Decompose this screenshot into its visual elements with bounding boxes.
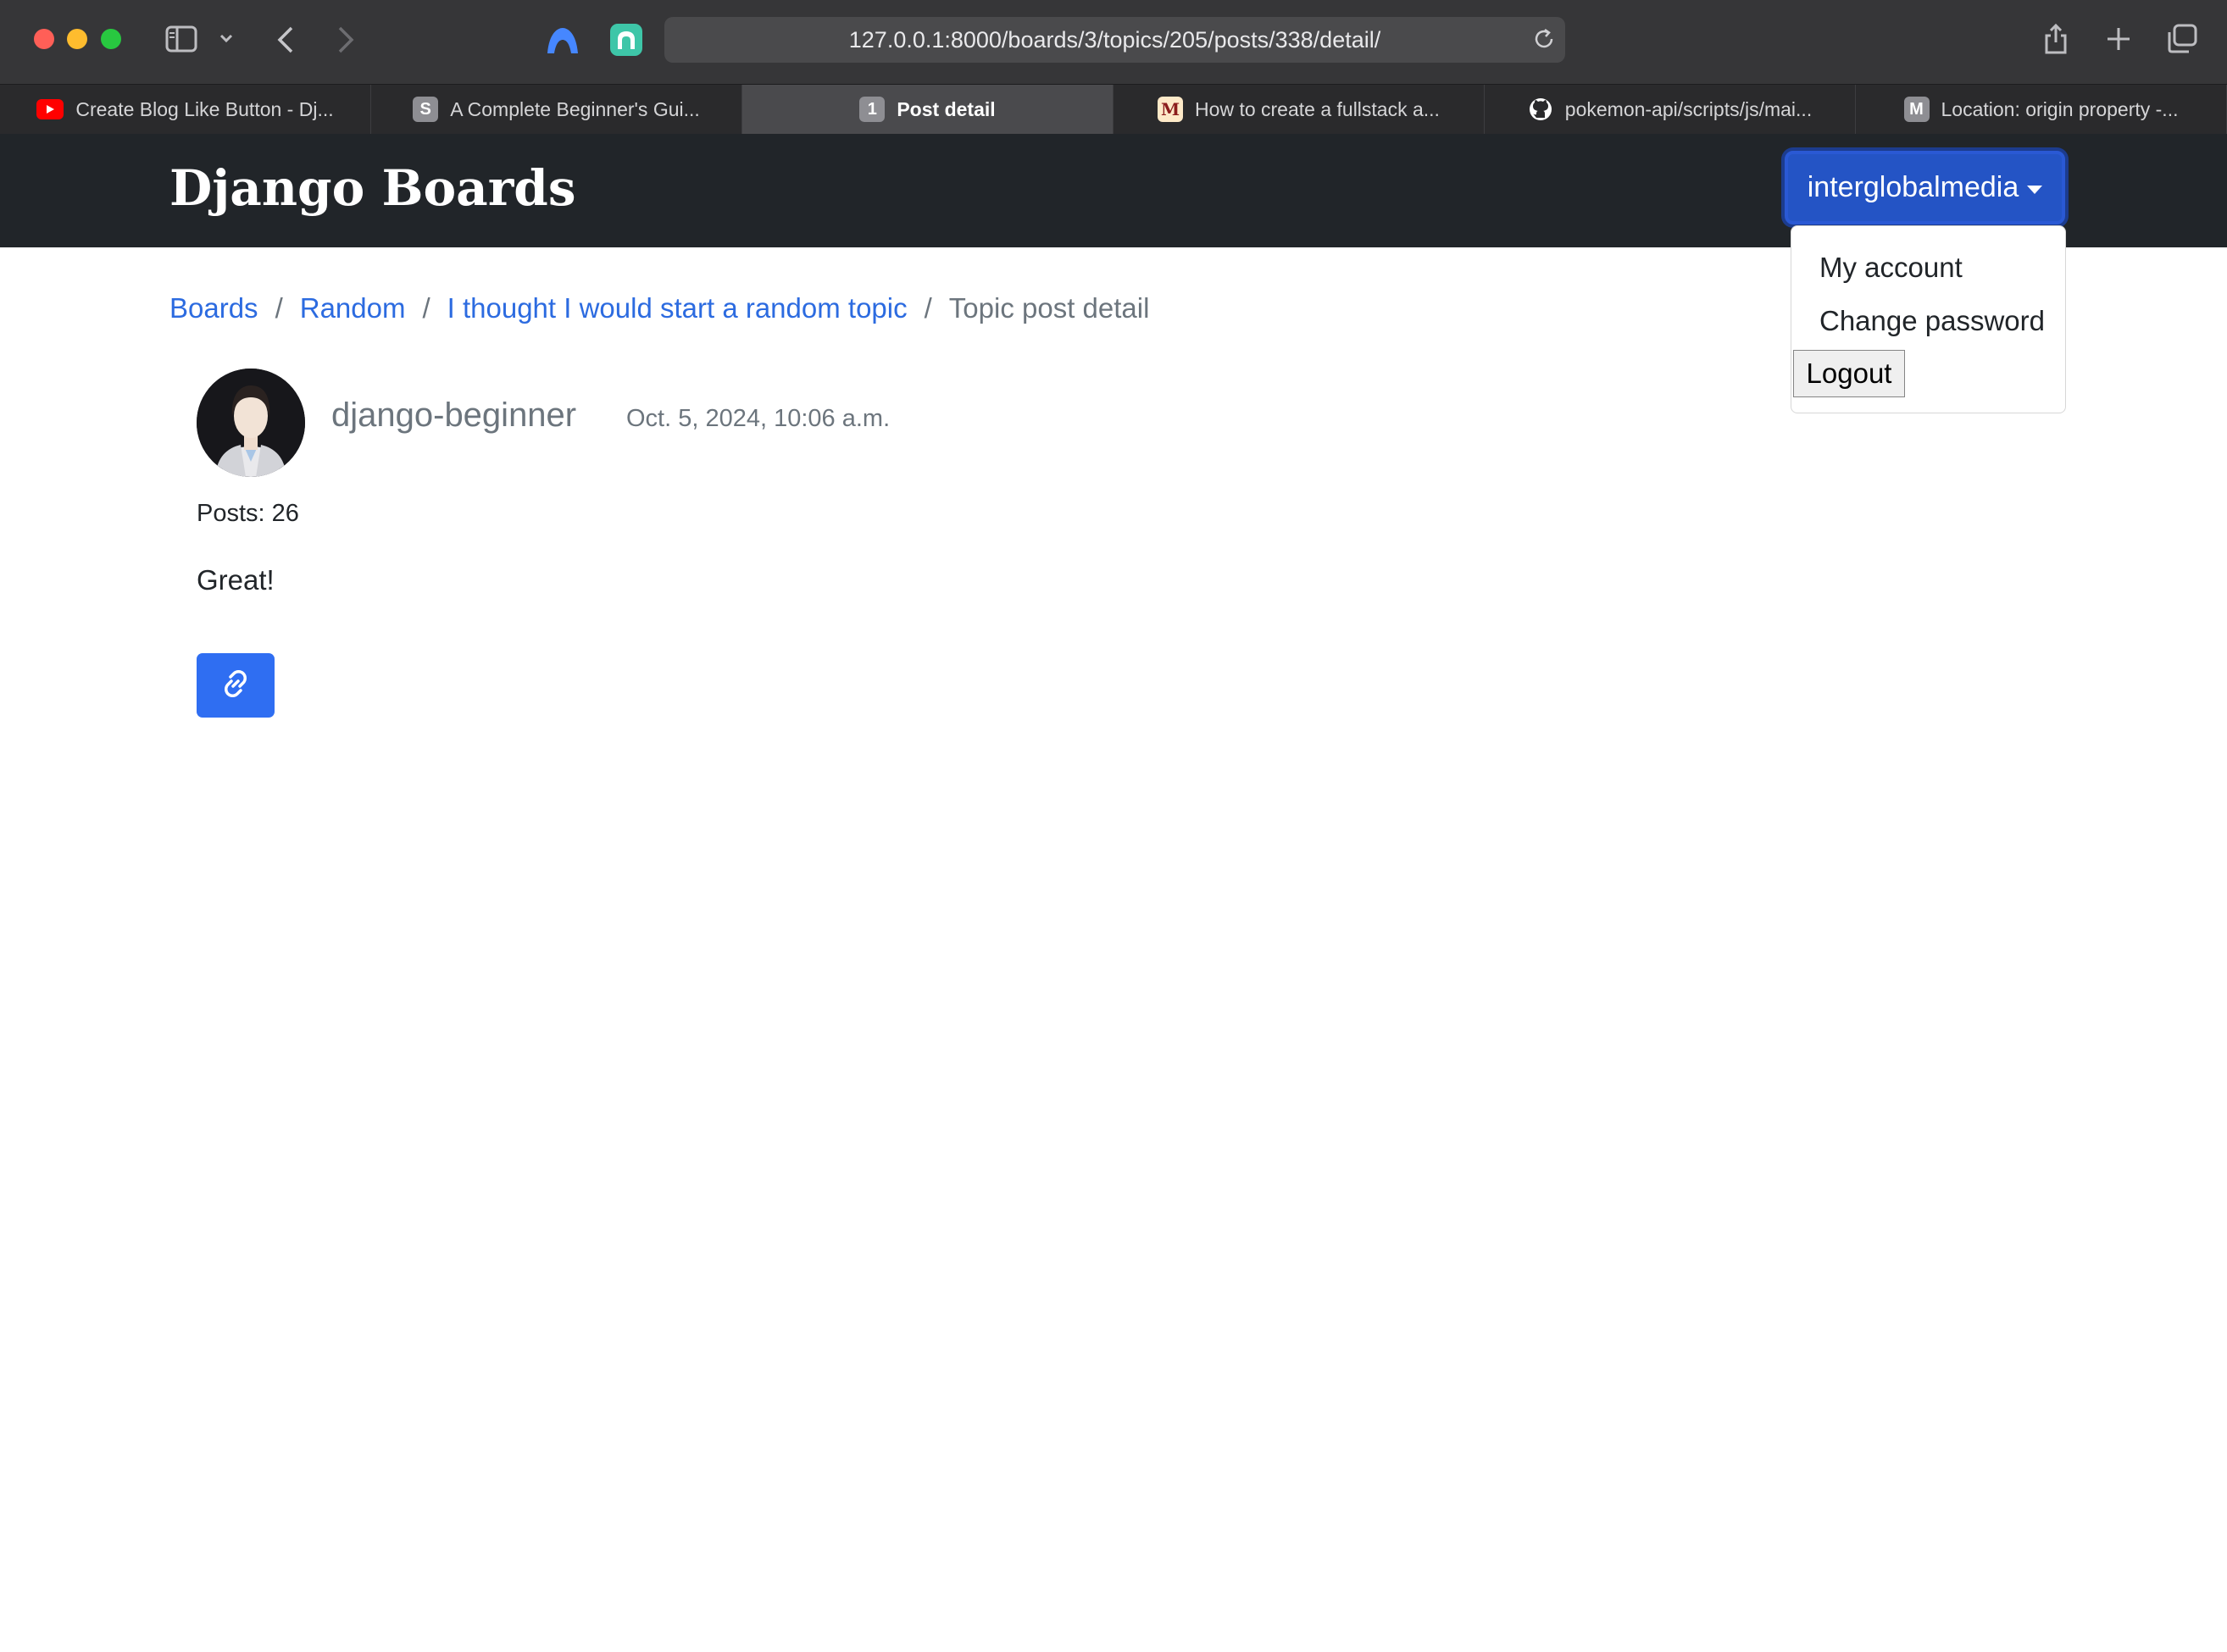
close-window-button[interactable] <box>34 29 54 49</box>
author-post-count: Posts: 26 <box>197 500 299 527</box>
breadcrumb-separator: / <box>924 292 932 324</box>
github-icon <box>1528 97 1553 122</box>
tab-title: How to create a fullstack a... <box>1195 97 1440 120</box>
breadcrumb-separator: / <box>275 292 283 324</box>
reload-icon[interactable] <box>1531 26 1557 58</box>
tab-create-blog-like-button[interactable]: Create Blog Like Button - Dj... <box>0 85 371 134</box>
browser-toolbar: 127.0.0.1:8000/boards/3/topics/205/posts… <box>0 0 2227 84</box>
minimize-window-button[interactable] <box>67 29 87 49</box>
change-password-menu-item[interactable]: Change password <box>1819 305 2045 337</box>
user-menu-label: interglobalmedia <box>1807 171 2019 203</box>
tab-fullstack-app[interactable]: M How to create a fullstack a... <box>1114 85 1485 134</box>
back-icon[interactable] <box>276 25 295 55</box>
site-favicon-icon: S <box>413 97 439 122</box>
extension-icon[interactable] <box>610 24 642 56</box>
url-text: 127.0.0.1:8000/boards/3/topics/205/posts… <box>848 26 1381 53</box>
tab-bar: Create Blog Like Button - Dj... S A Comp… <box>0 84 2227 135</box>
tab-beginners-guide[interactable]: S A Complete Beginner's Gui... <box>371 85 742 134</box>
sidebar-toggle-icon[interactable] <box>165 25 197 53</box>
breadcrumb-board-link[interactable]: Random <box>300 292 406 324</box>
caret-down-icon <box>2027 185 2043 194</box>
logout-button[interactable]: Logout <box>1793 350 1905 397</box>
medium-favicon-icon: M <box>1158 97 1184 122</box>
forward-icon[interactable] <box>336 25 355 55</box>
user-menu-button[interactable]: interglobalmedia <box>1785 151 2065 225</box>
tab-title: pokemon-api/scripts/js/mai... <box>1564 97 1813 120</box>
address-bar[interactable]: 127.0.0.1:8000/boards/3/topics/205/posts… <box>664 17 1565 63</box>
post-message: Great! <box>197 564 275 596</box>
youtube-icon <box>36 99 64 119</box>
breadcrumb: Boards / Random / I thought I would star… <box>169 292 1149 324</box>
post-date: Oct. 5, 2024, 10:06 a.m. <box>626 405 891 432</box>
tab-pokemon-api[interactable]: pokemon-api/scripts/js/mai... <box>1485 85 1856 134</box>
site-favicon-icon: M <box>1903 97 1930 122</box>
my-account-menu-item[interactable]: My account <box>1819 252 1963 284</box>
user-dropdown-menu: My account Change password Logout <box>1791 225 2066 413</box>
breadcrumb-boards-link[interactable]: Boards <box>169 292 258 324</box>
breadcrumb-separator: / <box>422 292 430 324</box>
brand-logo[interactable]: Django Boards <box>169 159 576 217</box>
tab-overview-icon[interactable] <box>2166 24 2198 54</box>
zoom-window-button[interactable] <box>101 29 121 49</box>
tab-title: Create Blog Like Button - Dj... <box>75 97 334 120</box>
chevron-down-icon[interactable] <box>219 32 234 44</box>
new-tab-icon[interactable] <box>2105 25 2132 53</box>
vpn-extension-icon[interactable] <box>546 25 580 57</box>
breadcrumb-topic-link[interactable]: I thought I would start a random topic <box>447 292 908 324</box>
post-author: django-beginner <box>331 396 577 434</box>
link-icon <box>219 667 253 705</box>
site-favicon-icon: 1 <box>859 97 886 122</box>
tab-title: Post detail <box>897 97 996 120</box>
avatar <box>197 369 305 477</box>
tab-title: A Complete Beginner's Gui... <box>450 97 700 120</box>
tab-title: Location: origin property -... <box>1941 97 2179 120</box>
permalink-button[interactable] <box>197 653 275 718</box>
tab-location-origin[interactable]: M Location: origin property -... <box>1856 85 2227 134</box>
breadcrumb-current: Topic post detail <box>948 292 1150 324</box>
tab-post-detail[interactable]: 1 Post detail <box>742 85 1114 134</box>
share-icon[interactable] <box>2042 22 2069 56</box>
